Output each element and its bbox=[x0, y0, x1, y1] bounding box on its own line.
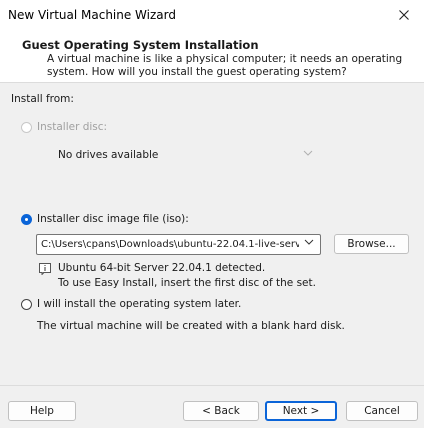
easy-install-hint: To use Easy Install, insert the first di… bbox=[58, 277, 316, 289]
iso-path-value: C:\Users\cpans\Downloads\ubuntu-22.04.1-… bbox=[41, 239, 299, 250]
page-title: Guest Operating System Installation bbox=[22, 38, 259, 52]
back-button[interactable]: < Back bbox=[183, 401, 259, 421]
chevron-down-icon bbox=[303, 149, 313, 160]
install-later-label: I will install the operating system late… bbox=[37, 298, 242, 310]
drive-select-value: No drives available bbox=[58, 149, 159, 161]
iso-radio[interactable] bbox=[21, 214, 32, 225]
install-later-radio[interactable] bbox=[21, 299, 32, 310]
window-title: New Virtual Machine Wizard bbox=[8, 8, 176, 22]
browse-button[interactable]: Browse... bbox=[334, 234, 409, 254]
chevron-down-icon bbox=[304, 238, 314, 249]
footer-divider bbox=[0, 385, 424, 386]
close-button[interactable] bbox=[384, 0, 424, 30]
wizard-header: Guest Operating System Installation A vi… bbox=[0, 30, 424, 82]
title-bar: New Virtual Machine Wizard bbox=[0, 0, 424, 30]
help-button[interactable]: Help bbox=[8, 401, 76, 421]
drive-select[interactable]: No drives available bbox=[36, 143, 322, 168]
iso-label: Installer disc image file (iso): bbox=[37, 213, 189, 225]
detected-os-text: Ubuntu 64-bit Server 22.04.1 detected. bbox=[58, 262, 266, 274]
cancel-button[interactable]: Cancel bbox=[346, 401, 418, 421]
blank-disk-note: The virtual machine will be created with… bbox=[37, 320, 345, 332]
install-from-label: Install from: bbox=[11, 93, 74, 105]
installer-disc-label: Installer disc: bbox=[37, 121, 108, 133]
close-icon bbox=[399, 10, 409, 20]
next-button[interactable]: Next > bbox=[265, 401, 337, 421]
info-icon bbox=[39, 263, 51, 278]
iso-path-combo[interactable]: C:\Users\cpans\Downloads\ubuntu-22.04.1-… bbox=[36, 234, 321, 255]
page-description: A virtual machine is like a physical com… bbox=[47, 53, 403, 78]
installer-disc-radio[interactable] bbox=[21, 122, 32, 133]
